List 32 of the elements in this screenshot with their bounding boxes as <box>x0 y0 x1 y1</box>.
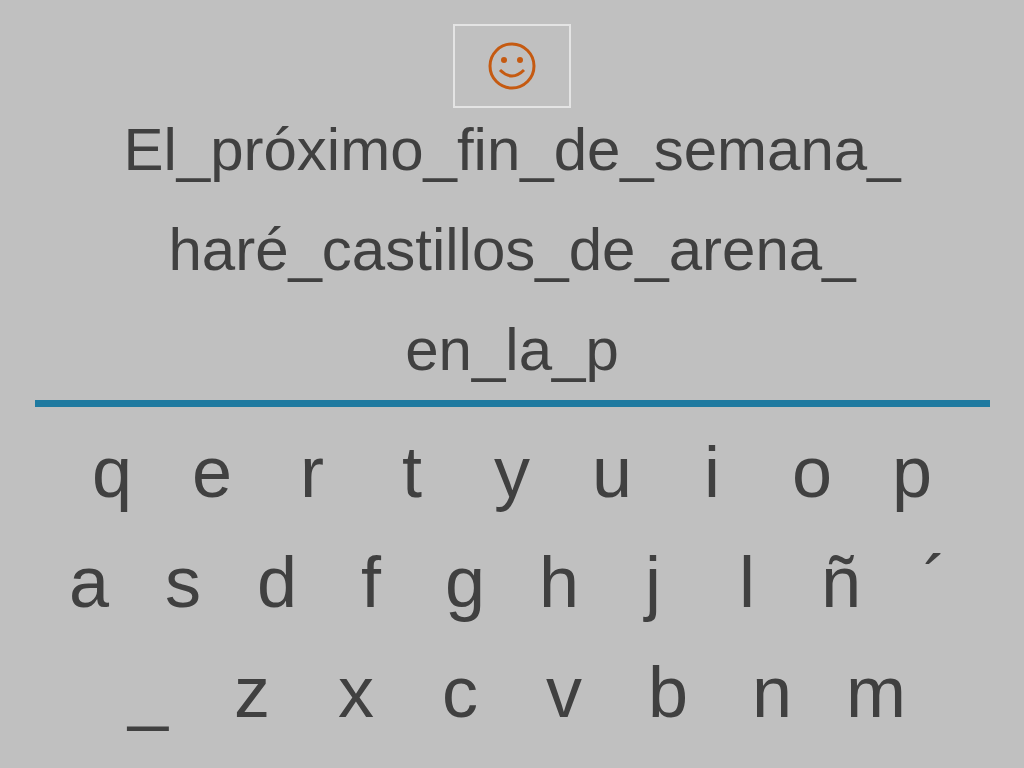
letter-key[interactable]: ´ <box>888 527 982 637</box>
letter-key[interactable]: g <box>418 527 512 637</box>
letter-key[interactable]: _ <box>96 637 200 747</box>
letter-key[interactable]: z <box>200 637 304 747</box>
sentence-line: haré_castillos_de_arena_ <box>168 215 856 285</box>
letter-key[interactable]: q <box>62 417 162 527</box>
letter-key[interactable]: e <box>162 417 262 527</box>
letter-key[interactable]: b <box>616 637 720 747</box>
letter-key[interactable]: n <box>720 637 824 747</box>
letter-key[interactable]: o <box>762 417 862 527</box>
letter-key[interactable]: x <box>304 637 408 747</box>
letter-key[interactable]: l <box>700 527 794 637</box>
letter-key[interactable]: h <box>512 527 606 637</box>
letter-key[interactable]: u <box>562 417 662 527</box>
letter-key[interactable]: s <box>136 527 230 637</box>
letter-key[interactable]: v <box>512 637 616 747</box>
letter-key[interactable]: y <box>462 417 562 527</box>
letter-key[interactable]: r <box>262 417 362 527</box>
smiley-icon <box>487 41 537 91</box>
letter-key[interactable]: f <box>324 527 418 637</box>
letter-key[interactable]: m <box>824 637 928 747</box>
sentence-line: en_la_p <box>405 315 619 385</box>
letter-key[interactable]: d <box>230 527 324 637</box>
sentence-line: El_próximo_fin_de_semana_ <box>123 115 901 185</box>
letter-key[interactable]: p <box>862 417 962 527</box>
letter-key[interactable]: ñ <box>794 527 888 637</box>
letter-key[interactable]: a <box>42 527 136 637</box>
letter-key[interactable]: i <box>662 417 762 527</box>
smiley-button[interactable] <box>453 24 571 108</box>
letter-key[interactable]: j <box>606 527 700 637</box>
letter-key[interactable]: t <box>362 417 462 527</box>
letter-key[interactable]: c <box>408 637 512 747</box>
